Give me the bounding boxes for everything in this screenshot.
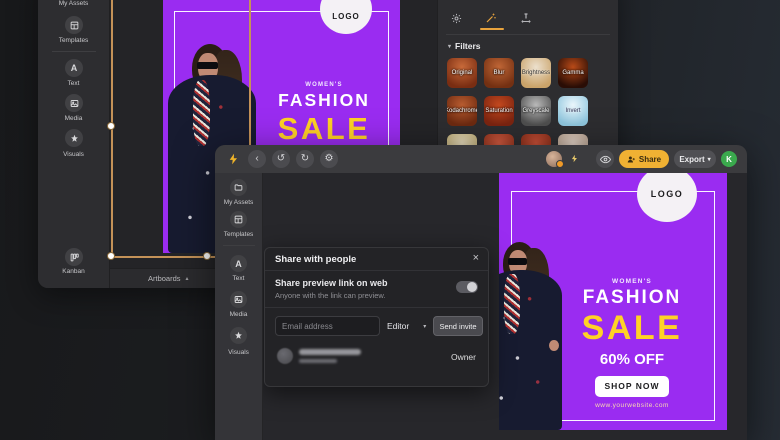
sidebar-item-media[interactable]: Media (215, 311, 262, 318)
panel-more-icon[interactable]: ⋯ (597, 0, 608, 5)
front-editor-window: ‹ ↺ ↻ ⚙ Share Export ▾ K (215, 145, 747, 440)
filter-thumb[interactable]: Kodachrome (447, 96, 477, 126)
share-button[interactable]: Share (619, 150, 669, 168)
media-icon[interactable] (230, 291, 247, 308)
filter-thumb[interactable]: Greyscale (521, 96, 551, 126)
desktop: My Assets Templates A Text Media Visuals… (0, 0, 780, 440)
filter-thumb[interactable]: Saturation (484, 96, 514, 126)
model-sunglasses (508, 258, 527, 265)
owner-email-redacted (299, 359, 337, 363)
settings-gear-button[interactable]: ⚙ (320, 150, 338, 168)
selection-handle-bottom-left[interactable] (107, 252, 115, 260)
visuals-icon[interactable] (230, 327, 247, 344)
chevron-down-icon: ▾ (448, 43, 451, 50)
share-preview-label: Share preview link on web (275, 278, 388, 288)
tab-effects-wand-icon[interactable] (483, 10, 499, 26)
send-invite-button[interactable]: Send invite (433, 316, 483, 336)
text-icon[interactable]: A (230, 255, 247, 272)
filter-thumb[interactable]: Gamma (558, 58, 588, 88)
export-button[interactable]: Export ▾ (674, 150, 716, 168)
my-assets-folder-icon[interactable] (230, 179, 247, 196)
poster-website[interactable]: www.yourwebsite.com (557, 402, 707, 409)
collapse-icon[interactable]: ▴ (186, 275, 189, 282)
media-icon[interactable] (65, 94, 83, 112)
templates-icon[interactable] (230, 211, 247, 228)
undo-button[interactable]: ↺ (272, 150, 290, 168)
model-sunglasses (197, 62, 218, 70)
model-scarf (193, 80, 210, 147)
poster-cta-button[interactable]: SHOP NOW (595, 376, 669, 397)
sidebar-divider (223, 245, 255, 246)
preview-eye-button[interactable] (596, 150, 614, 168)
front-sidebar: My Assets Templates A Text Media Visuals (215, 173, 263, 440)
role-value: Editor (387, 321, 409, 331)
owner-name-redacted (299, 349, 361, 355)
sidebar-item-visuals[interactable]: Visuals (38, 151, 109, 158)
filter-thumb[interactable]: Invert (558, 96, 588, 126)
front-canvas: LOGO WOMEN'S FASHION SALE 60% OFF SHO (263, 173, 747, 440)
templates-icon[interactable] (65, 16, 83, 34)
selection-handle-mid-left[interactable] (107, 122, 115, 130)
app-logo-bolt-icon[interactable] (227, 152, 240, 166)
poster-title[interactable]: FASHION (248, 90, 400, 111)
owner-role-label: Owner (451, 352, 476, 362)
back-button[interactable]: ‹ (248, 150, 266, 168)
sidebar-item-text[interactable]: Text (215, 275, 262, 282)
tab-settings-gear-icon[interactable] (448, 10, 464, 26)
role-dropdown[interactable]: Editor ▾ (387, 316, 431, 336)
bg-sidebar: My Assets Templates A Text Media Visuals… (38, 0, 110, 288)
visuals-icon[interactable] (65, 129, 83, 147)
sidebar-item-my-assets[interactable]: My Assets (215, 199, 262, 206)
upgrade-bolt-icon[interactable] (570, 153, 579, 164)
chevron-down-icon: ▾ (423, 323, 426, 330)
model-scarf (504, 274, 520, 334)
poster-title[interactable]: FASHION (557, 287, 707, 309)
poster-sale[interactable]: SALE (248, 113, 400, 144)
artboards-label: Artboards (148, 274, 181, 283)
kanban-icon[interactable] (65, 248, 83, 266)
poster-eyebrow[interactable]: WOMEN'S (248, 82, 400, 88)
dialog-divider (265, 270, 488, 271)
collaborator-status-badge (556, 160, 564, 168)
filter-thumb[interactable]: Blur (484, 58, 514, 88)
share-dialog-title: Share with people (265, 248, 488, 270)
filters-section-label: Filters (455, 41, 481, 51)
panel-divider (446, 34, 610, 35)
poster-eyebrow[interactable]: WOMEN'S (557, 278, 707, 285)
sidebar-item-text[interactable]: Text (38, 80, 109, 87)
selection-handle-bottom-mid[interactable] (203, 252, 211, 260)
close-icon[interactable]: × (473, 252, 479, 264)
filter-thumb[interactable]: Original (447, 58, 477, 88)
poster-sale[interactable]: SALE (557, 311, 707, 345)
dialog-divider (265, 307, 488, 308)
sidebar-divider (52, 51, 96, 52)
poster-text-block[interactable]: WOMEN'S FASHION SALE 60% OFF SHOP NOW ww… (557, 278, 707, 409)
sidebar-item-visuals[interactable]: Visuals (215, 349, 262, 356)
share-dialog: Share with people × Share preview link o… (264, 247, 489, 387)
person-add-icon (627, 155, 636, 164)
sidebar-item-templates[interactable]: Templates (38, 37, 109, 44)
share-preview-subtext: Anyone with the link can preview. (275, 291, 385, 300)
redo-button[interactable]: ↻ (296, 150, 314, 168)
email-input[interactable] (275, 316, 380, 336)
owner-avatar (277, 348, 293, 364)
poster-offer[interactable]: 60% OFF (557, 351, 707, 368)
filters-section-header[interactable]: ▾ Filters (448, 41, 481, 51)
toggle-knob (467, 282, 477, 292)
sidebar-item-media[interactable]: Media (38, 115, 109, 122)
sidebar-item-templates[interactable]: Templates (215, 231, 262, 238)
sidebar-item-my-assets[interactable]: My Assets (38, 0, 109, 7)
tab-spacing-icon[interactable] (518, 10, 534, 26)
active-tab-underline (480, 28, 504, 30)
filter-thumb[interactable]: Brightness (521, 58, 551, 88)
front-poster-artboard[interactable]: LOGO WOMEN'S FASHION SALE 60% OFF SHO (499, 173, 727, 430)
share-preview-toggle[interactable] (456, 281, 478, 293)
chevron-down-icon: ▾ (708, 156, 711, 163)
text-icon[interactable]: A (65, 59, 83, 77)
sidebar-item-kanban[interactable]: Kanban (38, 268, 109, 275)
user-avatar[interactable]: K (721, 151, 737, 167)
front-toolbar: ‹ ↺ ↻ ⚙ Share Export ▾ K (215, 145, 747, 173)
